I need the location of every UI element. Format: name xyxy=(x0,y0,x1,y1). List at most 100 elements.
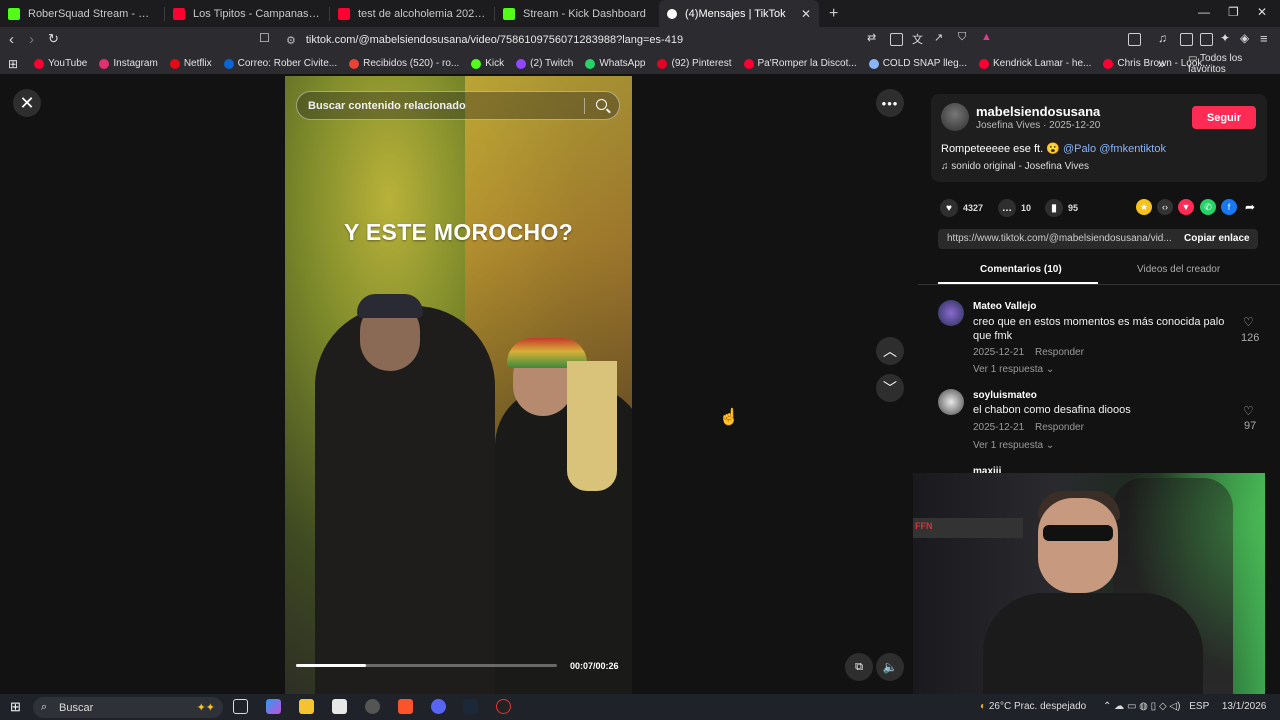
tab-comments[interactable]: Comentarios (10) xyxy=(980,264,1062,275)
bookmark-item[interactable]: Recibidos (520) - ro... xyxy=(349,58,459,69)
close-tab-icon[interactable]: ✕ xyxy=(801,7,811,21)
file-explorer-icon[interactable] xyxy=(299,699,314,714)
music-icon[interactable]: ♫ xyxy=(1158,31,1167,45)
more-icon: ••• xyxy=(881,95,899,111)
bookmark-item[interactable]: Kick xyxy=(471,58,504,69)
steam-icon[interactable] xyxy=(463,699,478,714)
bookmark-item[interactable]: Netflix xyxy=(169,58,212,69)
video-player[interactable] xyxy=(285,76,632,694)
comment-like-icon[interactable]: ♡ xyxy=(1243,315,1254,329)
clock-date[interactable]: 13/1/2026 xyxy=(1222,701,1267,712)
minimize-button[interactable]: — xyxy=(1198,5,1210,19)
whatsapp-icon[interactable]: ✆ xyxy=(1200,199,1216,215)
obs-icon[interactable] xyxy=(496,699,511,714)
apps-icon[interactable]: ⊞ xyxy=(8,57,18,71)
share-link-url[interactable]: https://www.tiktok.com/@mabelsiendosusan… xyxy=(947,233,1173,244)
reply-button[interactable]: Responder xyxy=(1035,422,1084,433)
bookmark-item[interactable]: Kendrick Lamar - he... xyxy=(978,58,1091,69)
site-info-icon[interactable]: ⚙ xyxy=(286,34,296,47)
bookmark-item[interactable]: YouTube xyxy=(34,58,87,69)
like-stat[interactable]: ♥ 4327 xyxy=(940,199,983,217)
shield-icon[interactable]: ⛉ xyxy=(958,31,966,44)
tab-creator-videos[interactable]: Videos del creador xyxy=(1137,264,1220,275)
store-icon[interactable] xyxy=(332,699,347,714)
ai-icon[interactable]: ✦ xyxy=(1220,31,1230,45)
more-options-button[interactable]: ••• xyxy=(876,89,904,117)
send-icon[interactable]: ▼ xyxy=(1178,199,1194,215)
music-info[interactable]: ♫ sonido original - Josefina Vives xyxy=(941,161,1089,172)
mention-fmkentiktok[interactable]: @fmkentiktok xyxy=(1099,143,1166,155)
comment-username[interactable]: Mateo Vallejo xyxy=(973,301,1036,312)
brave-icon[interactable] xyxy=(398,699,413,714)
all-bookmarks[interactable]: ▭ Todos los favoritos xyxy=(1188,53,1280,75)
discord-icon[interactable] xyxy=(431,699,446,714)
bookmark-favicon-icon xyxy=(978,58,989,69)
browser-tab-4[interactable]: Stream - Kick Dashboard xyxy=(495,0,659,27)
url-bar[interactable]: ⚙ tiktok.com/@mabelsiendosusana/video/75… xyxy=(258,29,998,51)
comment-avatar[interactable] xyxy=(938,300,964,326)
vpn-icon[interactable]: ◈ xyxy=(1240,31,1249,45)
bookmark-favicon-icon xyxy=(743,58,754,69)
share-icon[interactable]: ↗ xyxy=(934,31,943,44)
tray-icons[interactable]: ⌃ ☁ ▭ ◍ ▯ ◇ ◁) xyxy=(1103,701,1180,712)
new-tab-button[interactable]: + xyxy=(829,5,838,23)
close-video-button[interactable]: ✕ xyxy=(13,89,41,117)
weather-text[interactable]: 26°C Prac. despejado xyxy=(989,701,1086,712)
facebook-icon[interactable]: f xyxy=(1221,199,1237,215)
bookmark-item[interactable]: Correo: Rober Civite... xyxy=(223,58,337,69)
bookmark-item[interactable]: WhatsApp xyxy=(585,58,645,69)
taskbar-search[interactable]: ⌕ Buscar ✦✦ xyxy=(33,697,223,718)
task-view-icon[interactable] xyxy=(233,699,248,714)
browser-tab-1[interactable]: RoberSquad Stream - Watch Live xyxy=(0,0,164,27)
bookmark-item[interactable]: COLD SNAP lleg... xyxy=(868,58,967,69)
volume-button[interactable]: 🔈 xyxy=(876,653,904,681)
bookmark-item[interactable]: Instagram xyxy=(99,58,158,69)
next-video-button[interactable]: ﹀ xyxy=(876,374,904,402)
bookmark-item[interactable]: (2) Twitch xyxy=(516,58,573,69)
copy-link-button[interactable]: Copiar enlace xyxy=(1184,233,1250,244)
language-icon[interactable]: 文 xyxy=(912,31,923,47)
copilot-icon[interactable] xyxy=(266,699,281,714)
forward-button[interactable]: › xyxy=(29,31,34,48)
previous-video-button[interactable]: ︿ xyxy=(876,337,904,365)
sidebar-icon[interactable] xyxy=(1180,33,1193,46)
author-username[interactable]: mabelsiendosusana xyxy=(976,104,1100,119)
view-replies-button[interactable]: Ver 1 respuesta ⌄ xyxy=(973,364,1054,375)
reply-button[interactable]: Responder xyxy=(1035,347,1084,358)
mention-palo[interactable]: @Palo xyxy=(1063,143,1096,155)
follow-button[interactable]: Seguir xyxy=(1192,106,1256,129)
video-progress-bar[interactable] xyxy=(296,664,557,667)
floating-player-button[interactable]: ⧉ xyxy=(845,653,873,681)
back-button[interactable]: ‹ xyxy=(9,31,14,48)
comment-like-icon[interactable]: ♡ xyxy=(1243,404,1254,418)
close-window-button[interactable]: ✕ xyxy=(1257,5,1267,19)
search-icon[interactable] xyxy=(596,99,607,110)
related-search-input[interactable]: Buscar contenido relacionado xyxy=(296,91,620,120)
comment-stat[interactable]: … 10 xyxy=(998,199,1031,217)
share-arrow-icon[interactable]: ➦ xyxy=(1242,199,1258,215)
restore-button[interactable]: ❐ xyxy=(1228,5,1239,19)
app-icon[interactable] xyxy=(365,699,380,714)
author-avatar[interactable] xyxy=(941,103,969,131)
comment-avatar[interactable] xyxy=(938,389,964,415)
language-indicator[interactable]: ESP xyxy=(1189,701,1209,712)
cast-icon[interactable] xyxy=(890,33,903,46)
repost-icon[interactable]: ★ xyxy=(1136,199,1152,215)
embed-icon[interactable]: ‹› xyxy=(1157,199,1173,215)
bookmark-item[interactable]: (92) Pinterest xyxy=(657,58,732,69)
translate-icon[interactable]: ⇄ xyxy=(867,31,876,44)
screenshot-icon[interactable] xyxy=(1128,33,1141,46)
view-replies-button[interactable]: Ver 1 respuesta ⌄ xyxy=(973,440,1054,451)
browser-tab-3[interactable]: test de alcoholemia 2025 - YouTube xyxy=(330,0,494,27)
wallet-icon[interactable] xyxy=(1200,33,1213,46)
bookmark-item[interactable]: Pa'Romper la Discot... xyxy=(743,58,857,69)
menu-icon[interactable]: ≡ xyxy=(1260,31,1268,46)
browser-tab-2[interactable]: Los Tipitos - Campanas en la noche xyxy=(165,0,329,27)
comment-username[interactable]: soyluismateo xyxy=(973,390,1037,401)
reload-button[interactable]: ↻ xyxy=(48,31,59,47)
bookmarks-overflow-icon[interactable]: » xyxy=(1158,57,1165,71)
rewards-icon[interactable]: ▲ xyxy=(981,31,992,43)
browser-tab-active[interactable]: (4)Mensajes | TikTok ✕ xyxy=(659,0,819,27)
windows-start-icon[interactable]: ⊞ xyxy=(10,699,21,715)
save-stat[interactable]: ▮ 95 xyxy=(1045,199,1078,217)
